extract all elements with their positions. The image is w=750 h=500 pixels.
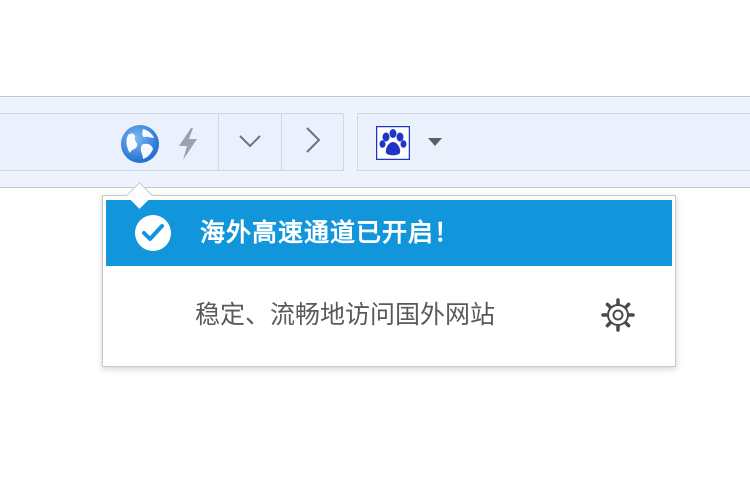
forward-button[interactable] <box>283 114 343 170</box>
toolbar-divider <box>281 114 282 170</box>
address-bar[interactable] <box>0 113 344 171</box>
lightning-icon[interactable] <box>174 126 202 162</box>
caret-down-icon[interactable] <box>428 138 442 146</box>
gear-icon[interactable] <box>600 297 636 333</box>
popup-title: 海外高速通道已开启！ <box>200 218 461 247</box>
globe-icon[interactable] <box>119 123 161 165</box>
page: 海外高速通道已开启！ 稳定、流畅地访问国外网站 <box>0 0 750 500</box>
chevron-right-icon <box>305 126 321 158</box>
popup-header: 海外高速通道已开启！ <box>106 200 672 266</box>
check-circle-icon <box>134 214 172 252</box>
chevron-down-icon <box>238 133 262 152</box>
notification-popup: 海外高速通道已开启！ 稳定、流畅地访问国外网站 <box>102 195 676 367</box>
baidu-paw-icon[interactable] <box>375 125 411 161</box>
search-engine-selector[interactable] <box>357 113 750 171</box>
browser-toolbar <box>0 96 750 188</box>
toolbar-divider <box>218 114 219 170</box>
dropdown-button[interactable] <box>220 114 280 170</box>
popup-subtitle: 稳定、流畅地访问国外网站 <box>195 300 496 329</box>
